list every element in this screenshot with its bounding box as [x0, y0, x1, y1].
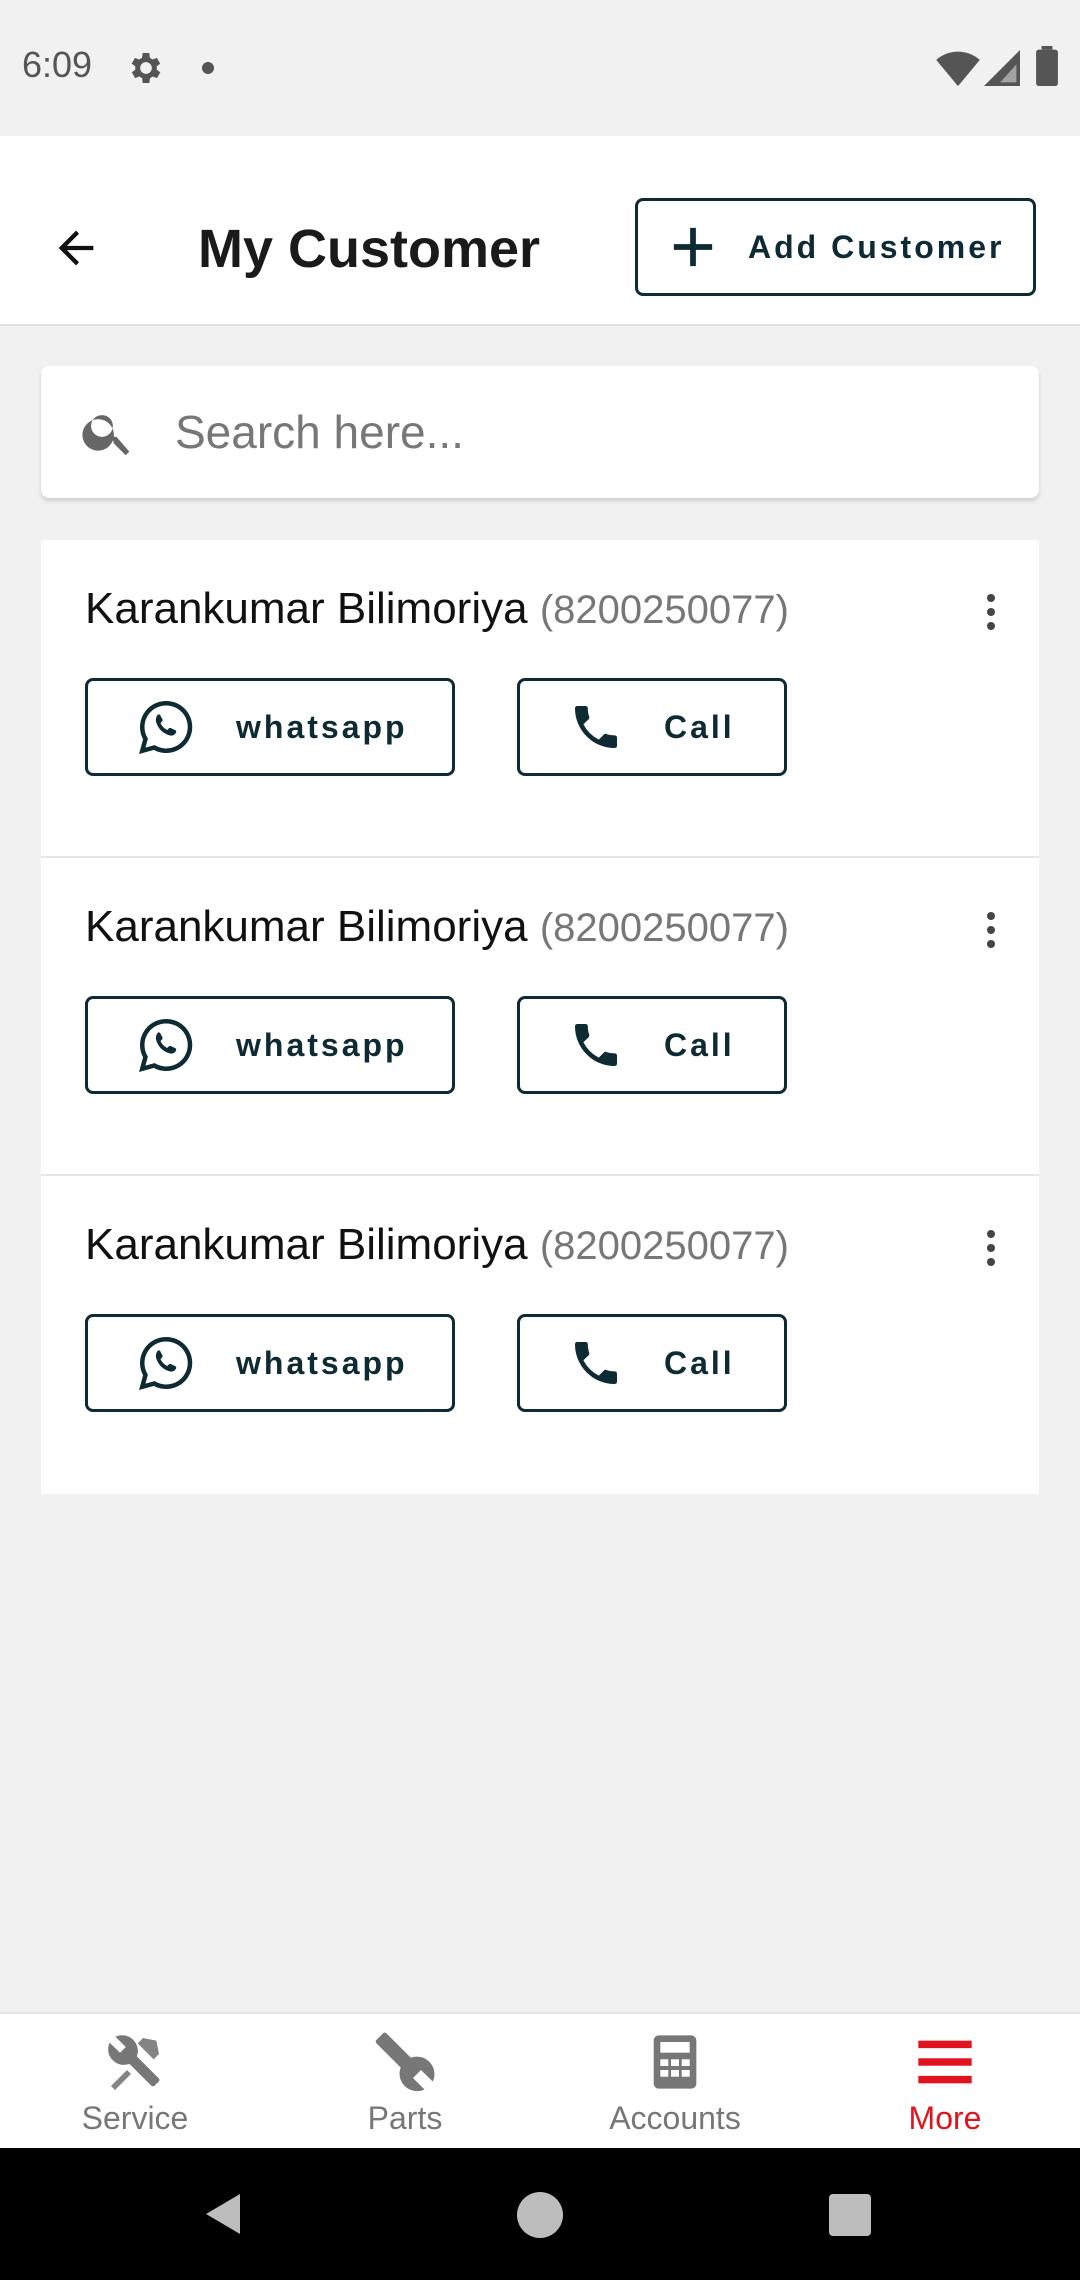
plus-icon	[673, 227, 713, 267]
customer-name: Karankumar Bilimoriya	[85, 902, 528, 951]
signal-icon	[984, 50, 1020, 86]
battery-icon	[1036, 46, 1058, 86]
whatsapp-label: whatsapp	[236, 1344, 408, 1381]
customer-phone: (8200250077)	[539, 906, 789, 950]
arrow-left-icon	[58, 230, 94, 266]
tools-icon	[108, 2035, 160, 2090]
system-recents-icon[interactable]	[829, 2194, 871, 2236]
nav-item-more[interactable]: More	[810, 2014, 1080, 2148]
call-button[interactable]: Call	[517, 996, 787, 1094]
phone-icon	[575, 706, 617, 748]
app-header: My Customer Add Customer	[0, 136, 1080, 326]
nav-item-accounts[interactable]: Accounts	[540, 2014, 810, 2148]
nav-item-parts[interactable]: Parts	[270, 2014, 540, 2148]
gear-icon	[131, 53, 161, 83]
whatsapp-label: whatsapp	[236, 708, 408, 745]
customer-card: Karankumar Bilimoriya (8200250077) whats…	[41, 1176, 1039, 1494]
customer-card: Karankumar Bilimoriya (8200250077) whats…	[41, 540, 1039, 858]
phone-icon	[575, 1024, 617, 1066]
call-button[interactable]: Call	[517, 1314, 787, 1412]
bottom-nav: Service Parts Accounts More	[0, 2012, 1080, 2148]
whatsapp-button[interactable]: whatsapp	[85, 678, 455, 776]
call-label: Call	[664, 1026, 735, 1063]
nav-label-more: More	[908, 2100, 982, 2136]
customer-name-row: Karankumar Bilimoriya (8200250077)	[85, 584, 789, 634]
page-title: My Customer	[198, 219, 541, 279]
whatsapp-button[interactable]: whatsapp	[85, 1314, 455, 1412]
whatsapp-label: whatsapp	[236, 1026, 408, 1063]
more-vertical-icon	[987, 1230, 995, 1266]
add-customer-button[interactable]: Add Customer	[635, 198, 1036, 296]
more-options-button[interactable]	[959, 1216, 1023, 1280]
system-home-icon[interactable]	[517, 2192, 563, 2238]
notification-dot-icon	[202, 62, 214, 74]
phone-icon	[575, 1342, 617, 1384]
whatsapp-icon	[139, 1336, 193, 1390]
call-label: Call	[664, 1344, 735, 1381]
customer-phone: (8200250077)	[539, 1224, 789, 1268]
customer-list: Karankumar Bilimoriya (8200250077) whats…	[41, 540, 1039, 1494]
search-icon	[82, 415, 130, 456]
call-label: Call	[664, 708, 735, 745]
more-options-button[interactable]	[959, 898, 1023, 962]
search-input[interactable]	[175, 405, 955, 459]
system-nav-bar	[0, 2148, 1080, 2280]
status-time: 6:09	[22, 44, 93, 85]
call-button[interactable]: Call	[517, 678, 787, 776]
customer-card: Karankumar Bilimoriya (8200250077) whats…	[41, 858, 1039, 1176]
customer-phone: (8200250077)	[539, 588, 789, 632]
status-bar: 6:09	[0, 0, 1080, 136]
system-back-icon[interactable]	[200, 2190, 248, 2238]
menu-icon	[918, 2040, 972, 2084]
customer-name: Karankumar Bilimoriya	[85, 584, 528, 633]
more-vertical-icon	[987, 594, 995, 630]
more-options-button[interactable]	[959, 580, 1023, 644]
customer-name: Karankumar Bilimoriya	[85, 1220, 528, 1269]
customer-name-row: Karankumar Bilimoriya (8200250077)	[85, 902, 789, 952]
whatsapp-button[interactable]: whatsapp	[85, 996, 455, 1094]
nav-item-service[interactable]: Service	[0, 2014, 270, 2148]
add-customer-label: Add Customer	[748, 228, 1005, 265]
nav-label-accounts: Accounts	[609, 2100, 741, 2136]
customer-name-row: Karankumar Bilimoriya (8200250077)	[85, 1220, 789, 1270]
nav-label-parts: Parts	[367, 2100, 443, 2136]
back-button[interactable]	[44, 216, 108, 280]
nav-label-service: Service	[81, 2100, 189, 2136]
wifi-icon	[936, 51, 980, 87]
calculator-icon	[653, 2035, 697, 2089]
wrench-icon	[375, 2032, 435, 2092]
search-box[interactable]	[41, 366, 1039, 498]
whatsapp-icon	[139, 1018, 193, 1072]
more-vertical-icon	[987, 912, 995, 948]
whatsapp-icon	[139, 700, 193, 754]
